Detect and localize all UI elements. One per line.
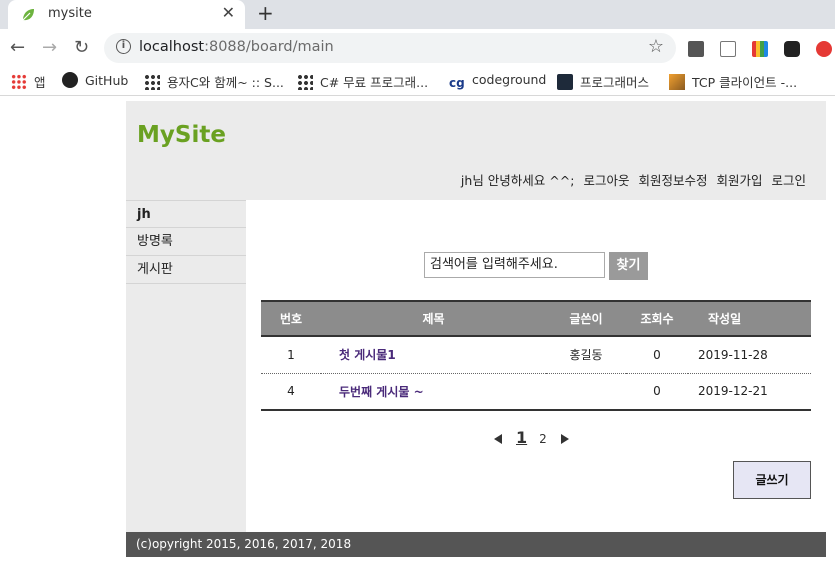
github-icon: [62, 72, 78, 88]
cell-no: 4: [261, 373, 321, 411]
col-header-no: 번호: [261, 300, 321, 337]
table-row: 4 두번째 게시물 ~ 0 2019-12-21: [261, 373, 811, 411]
forward-icon[interactable]: →: [42, 37, 57, 58]
bookmark-tcp[interactable]: TCP 클라이언트 -...: [669, 72, 797, 91]
page-current[interactable]: 1: [516, 428, 527, 447]
bookmark-tistory-1[interactable]: 용자C와 함께~ :: S...: [144, 72, 284, 91]
greeting-text: jh님 안녕하세요 ^^;: [460, 173, 575, 188]
extension-red-icon[interactable]: [816, 41, 832, 57]
reload-icon[interactable]: ↻: [74, 37, 89, 58]
site-header: MySite jh님 안녕하세요 ^^; 로그아웃 회원정보수정 회원가입 로그인: [126, 101, 826, 200]
col-header-author: 글쓴이: [546, 300, 626, 337]
bookmarks-bar: 앱 GitHub 용자C와 함께~ :: S... C# 무료 프로그래... …: [0, 66, 835, 96]
logout-link[interactable]: 로그아웃: [583, 173, 629, 188]
bookmark-image-icon: [669, 74, 685, 90]
join-link[interactable]: 회원가입: [716, 173, 762, 188]
top-nav: jh님 안녕하세요 ^^; 로그아웃 회원정보수정 회원가입 로그인: [461, 170, 806, 189]
search-button[interactable]: 찾기: [609, 252, 648, 280]
login-link[interactable]: 로그인: [771, 173, 806, 188]
cell-views: 0: [626, 373, 688, 411]
tistory-icon: [297, 74, 313, 90]
browser-toolbar: ← → ↻ i localhost:8088/board/main ☆: [0, 29, 835, 66]
table-row: 1 첫 게시물1 홍길동 0 2019-11-28: [261, 336, 811, 374]
col-header-views: 조회수: [626, 300, 688, 337]
bookmark-tistory-2[interactable]: C# 무료 프로그래...: [297, 72, 428, 91]
page-link[interactable]: 2: [539, 432, 547, 446]
sidebar-item-main[interactable]: jh: [126, 200, 246, 228]
bookmark-star-icon[interactable]: ☆: [648, 36, 664, 57]
col-header-date: 작성일: [688, 300, 811, 337]
site-logo[interactable]: MySite: [137, 122, 226, 148]
tab-strip: mysite ✕ +: [0, 0, 835, 29]
programmers-icon: [557, 74, 573, 90]
site-container: MySite jh님 안녕하세요 ^^; 로그아웃 회원정보수정 회원가입 로그인 jh…: [126, 101, 826, 557]
bookmark-codeground[interactable]: cg codeground: [449, 72, 546, 91]
board-table: 번호 제목 글쓴이 조회수 작성일 1 첫 게시물1 홍길동 0 2019-11…: [261, 300, 811, 411]
edit-profile-link[interactable]: 회원정보수정: [638, 173, 707, 188]
search-input[interactable]: 검색어를 입력해주세요.: [424, 252, 605, 278]
col-header-title: 제목: [321, 300, 546, 337]
spring-leaf-icon: [22, 9, 34, 21]
cell-author: [546, 373, 626, 411]
table-header-row: 번호 제목 글쓴이 조회수 작성일: [261, 300, 811, 337]
post-title-link[interactable]: 첫 게시물1: [321, 336, 546, 374]
extension-i-icon[interactable]: [688, 41, 704, 57]
pagination: 12: [494, 428, 569, 447]
apps-grid-icon: [11, 74, 27, 90]
new-tab-button[interactable]: +: [257, 1, 274, 25]
bookmark-github[interactable]: GitHub: [62, 72, 128, 88]
cell-date: 2019-12-21: [688, 373, 811, 411]
write-button[interactable]: 글쓰기: [733, 461, 811, 499]
sidebar: jh 방명록 게시판: [126, 200, 246, 532]
board-content: 검색어를 입력해주세요. 찾기 번호 제목 글쓴이 조회수 작성일 1 첫 게시…: [246, 200, 826, 532]
tab-close-icon[interactable]: ✕: [222, 3, 235, 22]
sidebar-item-board[interactable]: 게시판: [126, 256, 246, 284]
cell-views: 0: [626, 336, 688, 374]
tistory-icon: [144, 74, 160, 90]
extension-screen-icon[interactable]: [720, 41, 736, 57]
cell-author: 홍길동: [546, 336, 626, 374]
bookmark-apps[interactable]: 앱: [11, 72, 46, 91]
post-title-link[interactable]: 두번째 게시물 ~: [321, 373, 546, 411]
sidebar-item-guestbook[interactable]: 방명록: [126, 228, 246, 256]
back-icon[interactable]: ←: [10, 37, 25, 58]
address-bar[interactable]: i localhost:8088/board/main ☆: [104, 33, 676, 63]
url-text: localhost:8088/board/main: [139, 39, 334, 55]
bookmark-programmers[interactable]: 프로그래머스: [557, 72, 649, 91]
codeground-icon: cg: [449, 76, 465, 90]
extension-palette-icon[interactable]: [752, 41, 768, 57]
cell-no: 1: [261, 336, 321, 374]
tab-title: mysite: [48, 6, 92, 21]
extension-tampermonkey-icon[interactable]: [784, 41, 800, 57]
site-info-icon[interactable]: i: [116, 39, 131, 54]
browser-tab[interactable]: mysite ✕: [8, 0, 245, 29]
site-footer: (c)opyright 2015, 2016, 2017, 2018: [126, 532, 826, 557]
next-page-icon[interactable]: [560, 434, 569, 444]
cell-date: 2019-11-28: [688, 336, 811, 374]
prev-page-icon[interactable]: [494, 434, 502, 444]
